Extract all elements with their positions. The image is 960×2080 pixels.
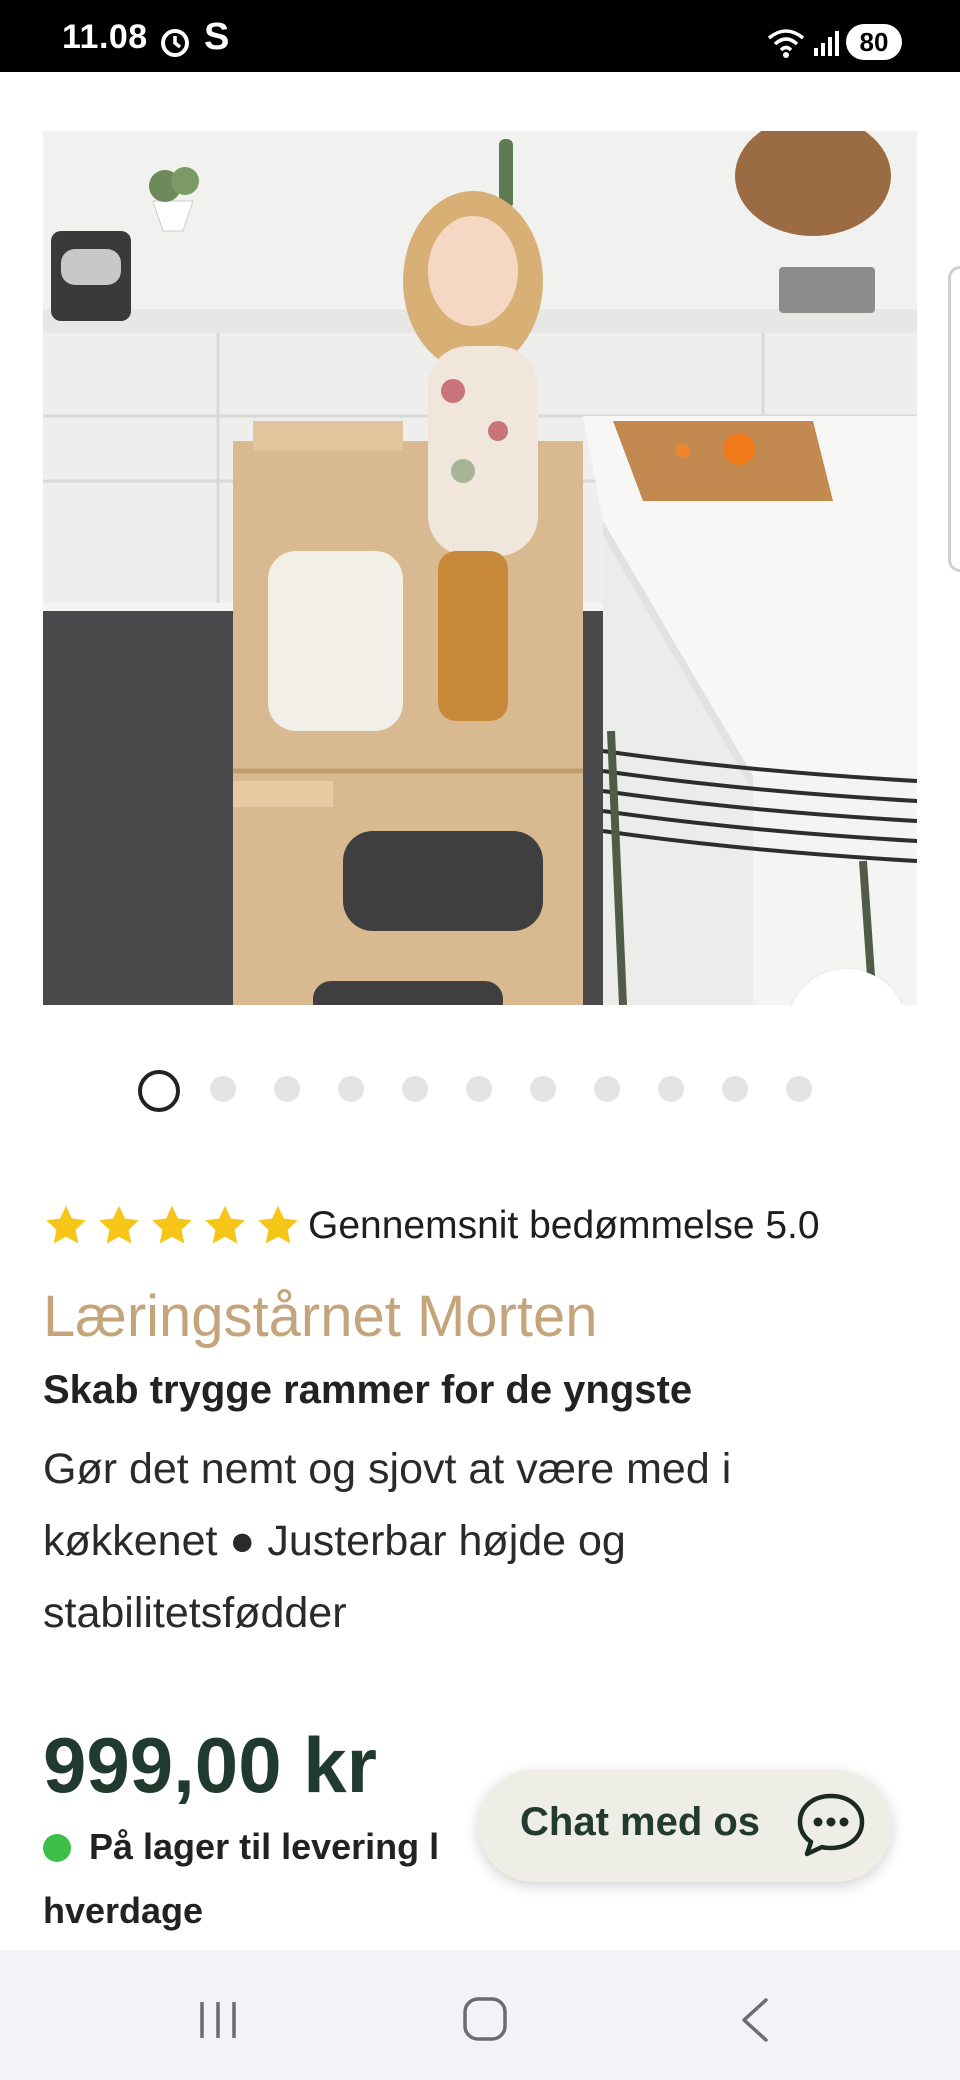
pagination-dot-1[interactable] bbox=[138, 1070, 180, 1112]
product-title: Læringstårnet Morten bbox=[43, 1284, 598, 1349]
pagination-dot-4[interactable] bbox=[338, 1076, 364, 1102]
battery-indicator: 80 bbox=[846, 24, 902, 60]
chat-button-label: Chat med os bbox=[520, 1800, 761, 1844]
pagination-dot-5[interactable] bbox=[402, 1076, 428, 1102]
rating-text: Gennemsnit bedømmelse 5.0 bbox=[308, 1204, 820, 1247]
pagination-dot-11[interactable] bbox=[786, 1076, 812, 1102]
stock-text: På lager til levering l bbox=[89, 1826, 440, 1867]
product-description: Gør det nemt og sjovt at være med i køkk… bbox=[43, 1445, 732, 1637]
product-price: 999,00 kr bbox=[43, 1721, 377, 1809]
pagination-dot-10[interactable] bbox=[722, 1076, 748, 1102]
product-image[interactable] bbox=[43, 131, 917, 1005]
pagination-dot-6[interactable] bbox=[466, 1076, 492, 1102]
product-photo bbox=[43, 131, 917, 1005]
star-icon bbox=[46, 1205, 86, 1244]
back-icon[interactable] bbox=[736, 1996, 774, 2044]
rating-row[interactable]: Gennemsnit bedømmelse 5.0 bbox=[43, 1200, 820, 1252]
product-subtitle: Skab trygge rammer for de yngste bbox=[43, 1368, 693, 1412]
recent-apps-icon[interactable] bbox=[196, 1998, 240, 2042]
pagination-dot-8[interactable] bbox=[594, 1076, 620, 1102]
signal-icon bbox=[814, 31, 839, 56]
star-icon bbox=[99, 1205, 139, 1244]
sync-icon bbox=[161, 29, 189, 57]
system-navigation-bar bbox=[0, 1950, 960, 2080]
scroll-handle[interactable] bbox=[948, 266, 960, 572]
status-bar: 11.08 S 80 bbox=[0, 0, 960, 72]
chat-button[interactable]: Chat med os bbox=[478, 1770, 892, 1882]
star-icon bbox=[258, 1205, 298, 1244]
wifi-icon bbox=[767, 29, 805, 58]
home-icon[interactable] bbox=[462, 1996, 508, 2042]
star-icon bbox=[152, 1205, 192, 1244]
chat-bubble-icon bbox=[797, 1793, 865, 1857]
page: 11.08 S 80 Gennemsnit bedømmelse 5.0 Lær… bbox=[0, 0, 960, 2080]
in-stock-indicator bbox=[43, 1834, 71, 1862]
pagination-dot-2[interactable] bbox=[210, 1076, 236, 1102]
stock-text-continued: hverdage bbox=[43, 1890, 204, 1931]
zoom-in-icon bbox=[821, 1003, 873, 1005]
star-icon bbox=[205, 1205, 245, 1244]
pagination-dot-7[interactable] bbox=[530, 1076, 556, 1102]
carrier-icon: S bbox=[204, 16, 230, 58]
pagination-dot-3[interactable] bbox=[274, 1076, 300, 1102]
pagination-dot-9[interactable] bbox=[658, 1076, 684, 1102]
status-time: 11.08 bbox=[62, 18, 148, 56]
